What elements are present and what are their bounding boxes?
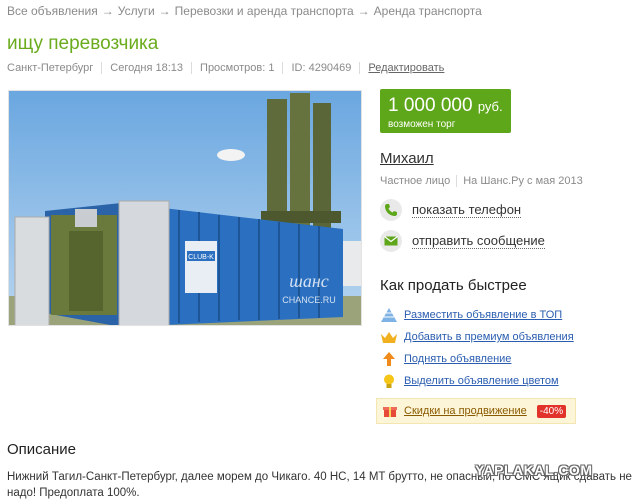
listing-id: ID: 4290469	[282, 62, 359, 74]
envelope-icon	[380, 230, 402, 252]
photo-watermark: шанс	[289, 271, 329, 291]
price-badge: 1 000 000 руб. возможен торг	[380, 89, 511, 133]
seller-name[interactable]: Михаил	[380, 150, 434, 167]
breadcrumb-separator: →	[357, 4, 370, 18]
promo-highlight-label: Выделить объявление цветом	[404, 375, 559, 387]
breadcrumb-services[interactable]: Услуги	[118, 4, 155, 18]
promo-premium[interactable]: Добавить в премиум объявления	[381, 329, 574, 345]
send-message-label: отправить сообщение	[412, 233, 545, 249]
promo-premium-label: Добавить в премиум объявления	[404, 331, 574, 343]
price-bargain: возможен торг	[388, 119, 456, 130]
discount-label: Скидки на продвижение	[404, 405, 527, 417]
promo-raise-label: Поднять объявление	[404, 353, 512, 365]
price-amount: 1 000 000	[388, 95, 473, 116]
breadcrumb-separator: →	[158, 4, 171, 18]
send-message-button[interactable]: отправить сообщение	[380, 230, 545, 252]
listing-date: Сегодня 18:13	[101, 62, 191, 74]
page-title: ищу перевозчика	[7, 33, 159, 54]
gift-icon	[382, 403, 398, 419]
lightbulb-icon	[381, 373, 397, 389]
discount-banner[interactable]: Скидки на продвижение -40%	[376, 398, 576, 424]
breadcrumb-transport[interactable]: Перевозки и аренда транспорта	[175, 4, 354, 18]
phone-icon	[380, 199, 402, 221]
breadcrumb: Все объявления → Услуги → Перевозки и аренда…	[7, 4, 482, 18]
breadcrumb-separator: →	[101, 4, 114, 18]
listing-views: Просмотров: 1	[191, 62, 282, 74]
sell-faster-title: Как продать быстрее	[380, 277, 527, 294]
listing-city: Санкт-Петербург	[7, 62, 94, 74]
price-currency: руб.	[477, 99, 503, 114]
price-amount-row: 1 000 000 руб.	[388, 95, 503, 117]
up-arrow-icon	[381, 351, 397, 367]
show-phone-label: показать телефон	[412, 202, 522, 218]
edit-link[interactable]: Редактировать	[368, 62, 444, 74]
show-phone-button[interactable]: показать телефон	[380, 199, 522, 221]
photo-container-label: CLUB-K	[188, 254, 214, 261]
discount-badge: -40%	[536, 404, 567, 418]
promo-raise[interactable]: Поднять объявление	[381, 351, 511, 367]
pyramid-icon	[381, 307, 397, 323]
seller-since: На Шанс.Ру с мая 2013	[456, 175, 583, 187]
seller-meta: Частное лицо На Шанс.Ру с мая 2013	[380, 175, 583, 187]
seller-type: Частное лицо	[380, 175, 451, 187]
promo-top[interactable]: Разместить объявление в ТОП	[381, 307, 562, 323]
promo-highlight[interactable]: Выделить объявление цветом	[381, 373, 559, 389]
breadcrumb-rental[interactable]: Аренда транспорта	[374, 4, 482, 18]
photo-watermark-sub: CHANCE.RU	[282, 295, 336, 305]
photo-illustration: CLUB-K шанс CHANCE.RU	[9, 91, 361, 325]
description-title: Описание	[7, 441, 77, 458]
promo-top-label: Разместить объявление в ТОП	[404, 309, 563, 321]
listing-meta: Санкт-Петербург Сегодня 18:13 Просмотров…	[7, 62, 452, 74]
listing-photo[interactable]: CLUB-K шанс CHANCE.RU	[8, 90, 362, 326]
site-watermark: YAPLAKAL.COM	[475, 462, 593, 478]
crown-icon	[381, 329, 397, 345]
breadcrumb-all-ads[interactable]: Все объявления	[7, 4, 98, 18]
